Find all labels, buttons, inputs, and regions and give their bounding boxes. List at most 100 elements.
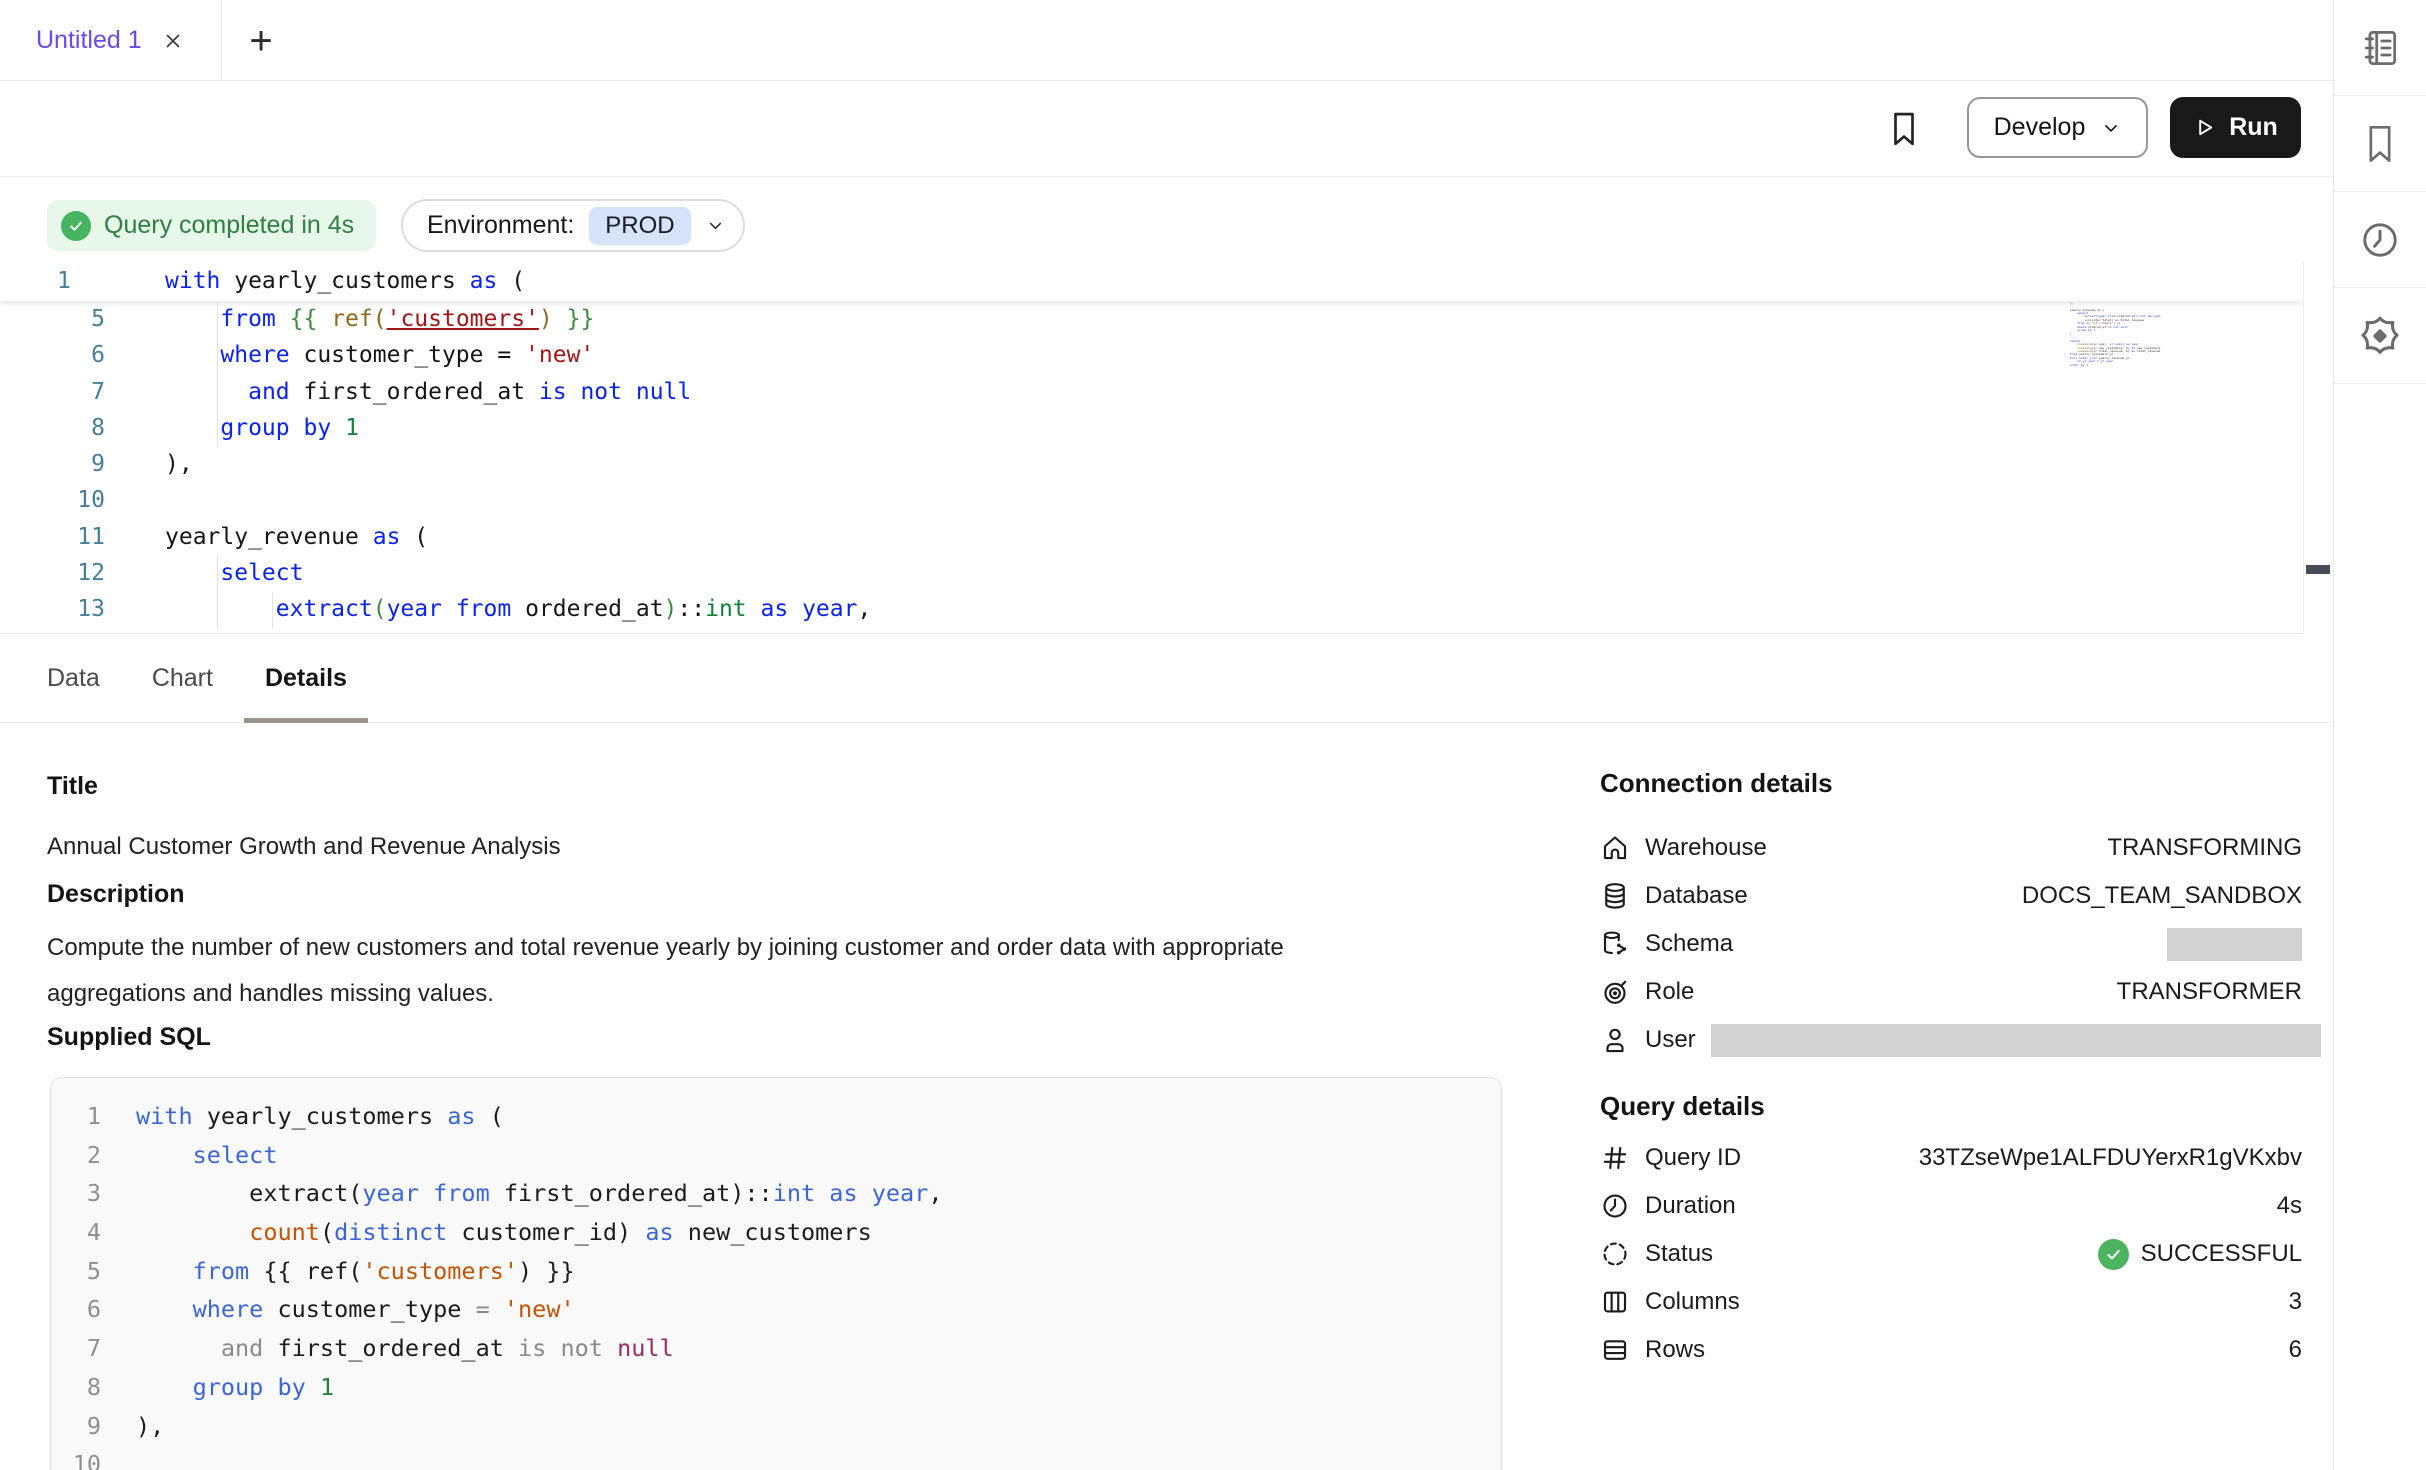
line-number: 2 — [61, 1136, 101, 1175]
duration-icon — [1600, 1191, 1630, 1221]
title-value: Annual Customer Growth and Revenue Analy… — [47, 824, 561, 870]
detail-value-text: SUCCESSFUL — [2141, 1240, 2302, 1268]
detail-row-duration: Duration 4s — [1600, 1182, 2302, 1230]
detail-value: 4s — [2277, 1192, 2302, 1220]
detail-row-schema: Schema — [1600, 920, 2302, 968]
code-text: group by 1 — [136, 1368, 334, 1407]
detail-label: Status — [1645, 1240, 1713, 1268]
detail-label: Columns — [1645, 1288, 1740, 1316]
hash-icon — [1600, 1143, 1630, 1173]
code-line: 8 group by 1 — [51, 1368, 1501, 1407]
supplied-sql-lines: 1with yearly_customers as (2 select3 ext… — [51, 1097, 1501, 1470]
line-number: 1 — [0, 262, 105, 301]
description-value: Compute the number of new customers and … — [47, 925, 1407, 1017]
code-text: select — [136, 1136, 277, 1175]
sidebar-item-notebook[interactable] — [2334, 0, 2426, 96]
code-line: 4 count(distinct customer_id) as new_cus… — [51, 1213, 1501, 1252]
line-number: 9 — [61, 1407, 101, 1446]
detail-label: Query ID — [1645, 1144, 1741, 1172]
detail-value — [2167, 928, 2302, 961]
role-icon — [1600, 977, 1630, 1007]
success-check-icon — [2098, 1239, 2129, 1270]
connection-details-rows: Warehouse TRANSFORMING Database DOCS_TEAM_S… — [1600, 824, 2302, 1064]
status-icon — [1600, 1239, 1630, 1269]
detail-value-text: 4s — [2277, 1192, 2302, 1220]
user-icon — [1600, 1025, 1630, 1055]
line-number: 1 — [61, 1097, 101, 1136]
code-text: extract(year from first_ordered_at)::int… — [136, 1174, 943, 1213]
detail-value-text: DOCS_TEAM_SANDBOX — [2022, 882, 2302, 910]
rows-icon — [1600, 1335, 1630, 1365]
detail-value-text: TRANSFORMING — [2107, 834, 2302, 862]
code-text: with yearly_customers as ( — [136, 1097, 504, 1136]
query-details-heading: Query details — [1600, 1091, 2302, 1122]
detail-value: 3 — [2289, 1288, 2302, 1316]
detail-label: User — [1645, 1026, 1696, 1054]
app-root: Untitled 1 + Develop Run — [0, 0, 2426, 1470]
notebook-icon — [2358, 26, 2402, 70]
detail-row-query-id: Query ID 33TZseWpe1ALFDUYerxR1gVKxbv — [1600, 1134, 2302, 1182]
detail-value: TRANSFORMER — [2117, 978, 2302, 1006]
sidebar-item-bookmarks[interactable] — [2334, 96, 2426, 192]
detail-value-text: 6 — [2289, 1336, 2302, 1364]
detail-value: 6 — [2289, 1336, 2302, 1364]
detail-value-text: TRANSFORMER — [2117, 978, 2302, 1006]
title-heading: Title — [47, 772, 98, 801]
redacted-value — [1711, 1024, 2321, 1057]
query-details-rows: Query ID 33TZseWpe1ALFDUYerxR1gVKxbv Durat… — [1600, 1134, 2302, 1374]
detail-label: Role — [1645, 978, 1694, 1006]
sidebar-item-lineage[interactable] — [2334, 288, 2426, 384]
history-icon — [2358, 218, 2402, 262]
line-number: 10 — [61, 1445, 101, 1470]
supplied-sql-code-block: 1with yearly_customers as (2 select3 ext… — [50, 1077, 1502, 1470]
indent-guide — [217, 555, 218, 629]
detail-row-warehouse: Warehouse TRANSFORMING — [1600, 824, 2302, 872]
warehouse-icon — [1600, 833, 1630, 863]
sidebar-item-history[interactable] — [2334, 192, 2426, 288]
description-heading: Description — [47, 880, 185, 909]
details-panel-right: Connection details Warehouse TRANSFORMING… — [1600, 0, 2302, 1470]
code-line: 10 — [51, 1445, 1501, 1470]
code-line: 6 where customer_type = 'new' — [51, 1290, 1501, 1329]
code-line: 7 and first_ordered_at is not null — [51, 1329, 1501, 1368]
code-text: from {{ ref('customers') }} — [136, 1252, 575, 1291]
code-line: 3 extract(year from first_ordered_at)::i… — [51, 1174, 1501, 1213]
code-line: 2 select — [51, 1136, 1501, 1175]
indent-guide — [272, 592, 273, 629]
redacted-value — [2167, 928, 2302, 961]
detail-value: DOCS_TEAM_SANDBOX — [2022, 882, 2302, 910]
detail-row-database: Database DOCS_TEAM_SANDBOX — [1600, 872, 2302, 920]
indent-guide — [217, 302, 218, 447]
editor-sticky-line: 1with yearly_customers as ( — [0, 262, 2303, 301]
detail-row-status: Status SUCCESSFUL — [1600, 1230, 2302, 1278]
database-icon — [1600, 881, 1630, 911]
detail-label: Duration — [1645, 1192, 1736, 1220]
detail-row-rows: Rows6 — [1600, 1326, 2302, 1374]
detail-row-role: Role TRANSFORMER — [1600, 968, 2302, 1016]
detail-value-text: 3 — [2289, 1288, 2302, 1316]
columns-icon — [1600, 1287, 1630, 1317]
details-panel-left: Title Annual Customer Growth and Revenue… — [47, 0, 1507, 1470]
code-line: 9), — [51, 1407, 1501, 1446]
detail-value — [1711, 1024, 2321, 1057]
scrollbar-thumb[interactable] — [2306, 565, 2330, 574]
line-number: 3 — [61, 1174, 101, 1213]
connection-details-heading: Connection details — [1600, 768, 2302, 799]
detail-label: Schema — [1645, 930, 1733, 958]
code-line: 1 with yearly_customers as ( — [51, 1097, 1501, 1136]
code-text: where customer_type = 'new' — [136, 1290, 575, 1329]
line-number: 8 — [61, 1368, 101, 1407]
bookmark-icon — [2360, 122, 2400, 166]
line-number: 6 — [61, 1290, 101, 1329]
line-number: 7 — [61, 1329, 101, 1368]
detail-label: Database — [1645, 882, 1748, 910]
detail-value: 33TZseWpe1ALFDUYerxR1gVKxbv — [1919, 1144, 2302, 1172]
code-text: and first_ordered_at is not null — [136, 1329, 674, 1368]
dbt-lineage-icon — [2357, 313, 2403, 359]
line-number: 4 — [61, 1213, 101, 1252]
detail-value: TRANSFORMING — [2107, 834, 2302, 862]
detail-label: Warehouse — [1645, 834, 1767, 862]
detail-value: SUCCESSFUL — [2098, 1239, 2302, 1270]
code-line: 5 from {{ ref('customers') }} — [51, 1252, 1501, 1291]
line-number: 5 — [61, 1252, 101, 1291]
